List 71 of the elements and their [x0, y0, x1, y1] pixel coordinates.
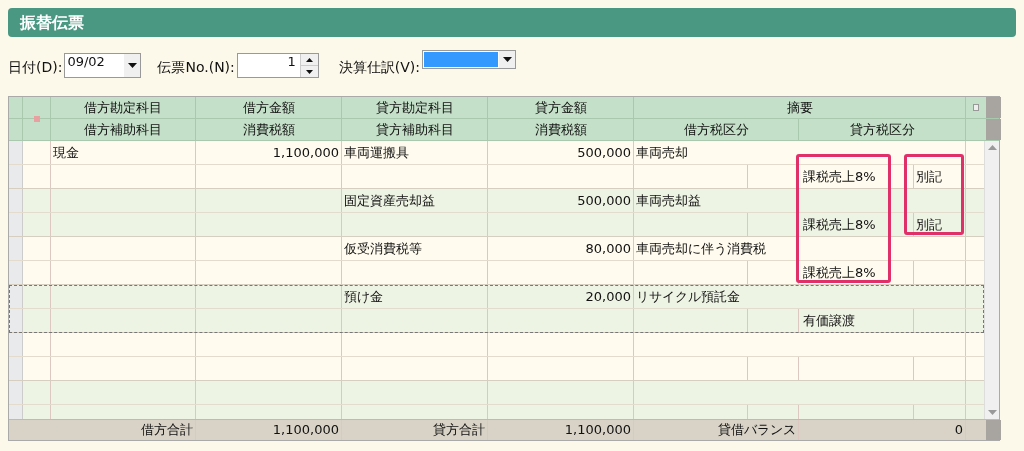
column-header: 摘要 [634, 97, 966, 118]
table-cell: 車両運搬具 [342, 141, 488, 164]
table-cell: 仮受消費税等 [342, 237, 488, 260]
column-header: 消費税額 [196, 119, 342, 140]
row-header [9, 213, 23, 236]
table-cell: 課税売上8% [799, 213, 914, 236]
column-header: 貸方勘定科目 [342, 97, 488, 118]
spin-up-button[interactable] [300, 54, 318, 66]
balance-label: 貸借バランス [634, 420, 799, 440]
table-cell: 別記 [914, 213, 966, 236]
table-cell: 別記 [914, 165, 966, 188]
document-icon [973, 104, 979, 111]
table-cell: 固定資産売却益 [342, 189, 488, 212]
scroll-down-icon [987, 410, 997, 415]
row-header [9, 333, 23, 356]
table-cell: 現金 [51, 141, 196, 164]
closing-entry-dropdown[interactable] [422, 50, 516, 69]
row-header [9, 237, 23, 260]
total-value: 1,100,000 [488, 420, 634, 440]
journal-entry[interactable]: 預け金 20,000 リサイクル預託金 有価譲渡 [9, 285, 984, 333]
column-header: 借方税区分 [634, 119, 799, 140]
row-header [9, 141, 23, 164]
table-cell: 車両売却 [634, 141, 966, 164]
table-cell: 課税売上8% [799, 261, 914, 284]
date-dropdown-button[interactable] [124, 54, 141, 77]
journal-entry[interactable] [9, 333, 984, 381]
table-cell: 1,100,000 [196, 141, 342, 164]
table-cell: 車両売却益 [634, 189, 966, 212]
table-cell: 500,000 [488, 141, 634, 164]
balance-value: 0 [799, 420, 966, 440]
journal-entry[interactable]: 現金 1,100,000 車両運搬具 500,000 車両売却 課税売上8% 別記 [9, 141, 984, 189]
window-title: 振替伝票 [20, 11, 84, 34]
row-header [9, 285, 23, 308]
slip-number-label: 伝票No.(N): [157, 58, 235, 77]
row-header [9, 357, 23, 380]
row-header [9, 189, 23, 212]
caret-icon [502, 57, 512, 62]
column-header: 消費税額 [488, 119, 634, 140]
total-value: 1,100,000 [196, 420, 342, 440]
scroll-up-icon [987, 145, 997, 150]
total-label: 貸方合計 [342, 420, 488, 440]
table-cell: 預け金 [342, 285, 488, 308]
journal-entry[interactable]: 仮受消費税等 80,000 車両売却に伴う消費税 課税売上8% [9, 237, 984, 285]
up-arrow-icon [305, 57, 313, 62]
date-field[interactable]: 09/02 [64, 53, 142, 78]
table-cell: リサイクル預託金 [634, 285, 966, 308]
total-label: 借方合計 [51, 420, 196, 440]
table-cell: 有価譲渡 [799, 309, 914, 332]
column-header: 貸方補助科目 [342, 119, 488, 140]
journal-entry[interactable]: 固定資産売却益 500,000 車両売却益 課税売上8% 別記 [9, 189, 984, 237]
table-cell: 500,000 [488, 189, 634, 212]
slip-number-field[interactable]: 1 [236, 53, 319, 78]
caret-icon [127, 63, 137, 68]
table-cell: 80,000 [488, 237, 634, 260]
table-cell: 課税売上8% [799, 165, 914, 188]
spin-down-button[interactable] [300, 66, 318, 77]
row-marker-icon [34, 116, 40, 122]
column-header: 借方金額 [196, 97, 342, 118]
column-header: 貸方金額 [488, 97, 634, 118]
row-header [9, 309, 23, 332]
row-header [9, 165, 23, 188]
down-arrow-icon [305, 69, 313, 74]
vertical-scrollbar[interactable] [984, 141, 999, 419]
date-label: 日付(D): [8, 58, 63, 77]
table-cell: 20,000 [488, 285, 634, 308]
column-header: 貸方税区分 [799, 119, 966, 140]
column-header: 借方補助科目 [51, 119, 196, 140]
table-cell: 車両売却に伴う消費税 [634, 237, 966, 260]
closing-entry-label: 決算仕訳(V): [338, 58, 420, 77]
row-header [9, 261, 23, 284]
column-header: 借方勘定科目 [51, 97, 196, 118]
